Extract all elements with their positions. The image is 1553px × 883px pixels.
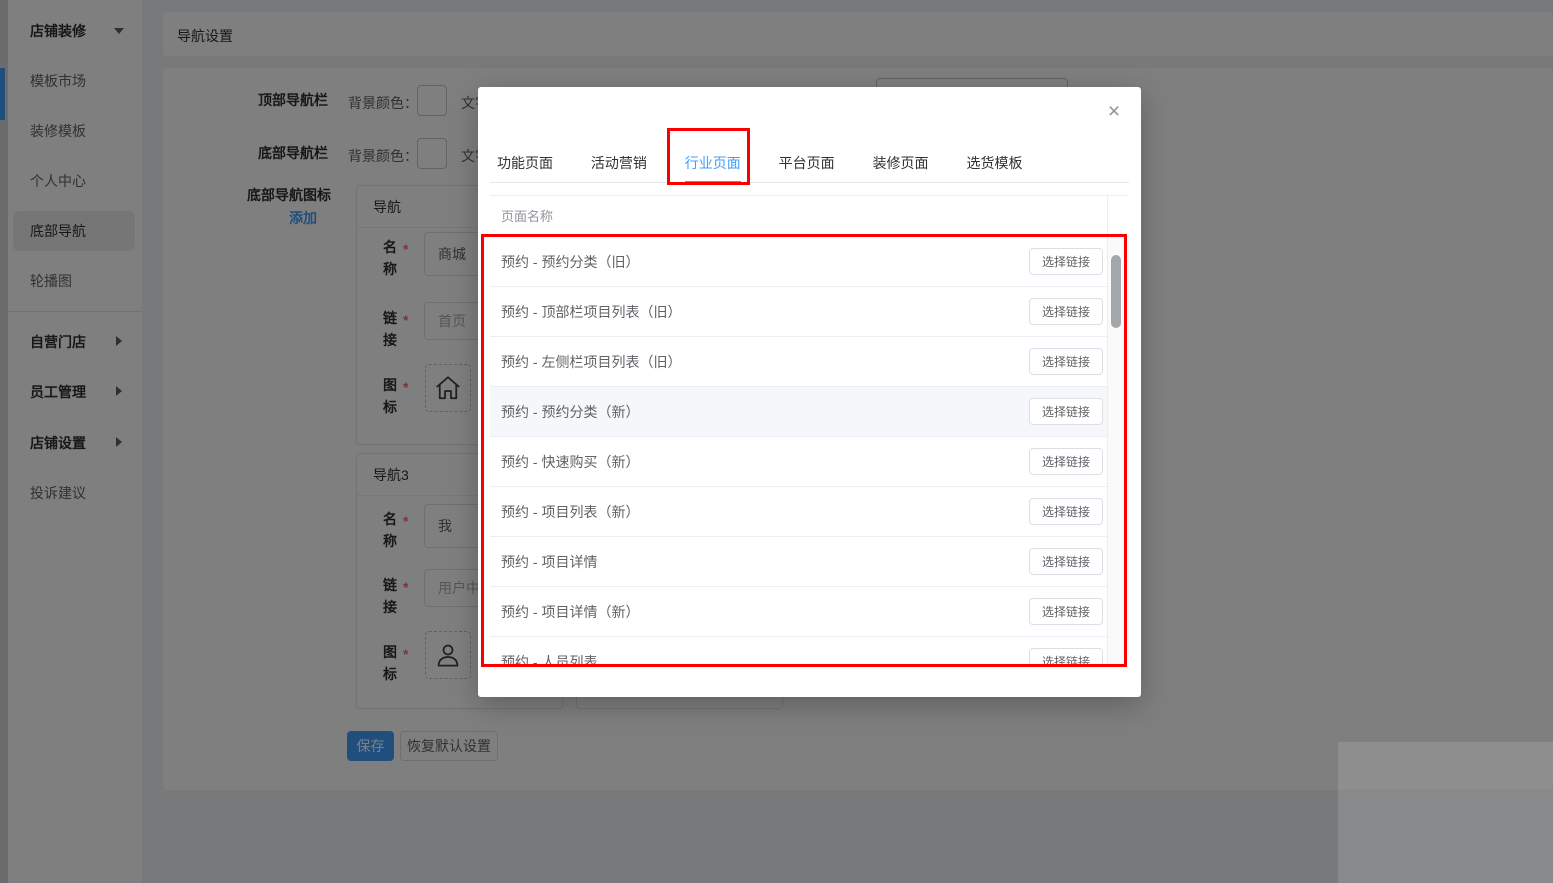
select-link-button[interactable]: 选择链接 bbox=[1028, 398, 1103, 425]
table-row[interactable]: 预约 - 人员列表 选择链接 bbox=[490, 637, 1107, 667]
select-link-button[interactable]: 选择链接 bbox=[1028, 498, 1103, 525]
page-name: 预约 - 项目详情（新） bbox=[501, 603, 640, 620]
page-name: 预约 - 人员列表 bbox=[501, 653, 598, 668]
page-name: 预约 - 预约分类（新） bbox=[501, 403, 640, 420]
select-link-button[interactable]: 选择链接 bbox=[1028, 548, 1103, 575]
select-link-button[interactable]: 选择链接 bbox=[1028, 598, 1103, 625]
page-name: 预约 - 项目详情 bbox=[501, 553, 598, 570]
app-root: 店铺装修 模板市场 装修模板 个人中心 底部导航 轮播图 自营门店 员工管理 店… bbox=[0, 0, 1553, 883]
select-link-button[interactable]: 选择链接 bbox=[1028, 448, 1103, 475]
table-row[interactable]: 预约 - 顶部栏项目列表（旧） 选择链接 bbox=[490, 287, 1107, 337]
table-row[interactable]: 预约 - 预约分类（旧） 选择链接 bbox=[490, 237, 1107, 287]
select-link-dialog: × 功能页面 活动营销 行业页面 平台页面 装修页面 选货模板 页面名称 预约 … bbox=[478, 87, 1141, 697]
tab-goods-template[interactable]: 选货模板 bbox=[966, 143, 1022, 183]
select-link-button[interactable]: 选择链接 bbox=[1028, 348, 1103, 375]
close-icon[interactable]: × bbox=[1103, 101, 1125, 123]
tab-industry-pages[interactable]: 行业页面 bbox=[684, 143, 741, 183]
column-header-page-name: 页面名称 bbox=[501, 209, 554, 224]
table-row[interactable]: 预约 - 左侧栏项目列表（旧） 选择链接 bbox=[490, 337, 1107, 387]
table-row[interactable]: 预约 - 项目详情 选择链接 bbox=[490, 537, 1107, 587]
table-row[interactable]: 预约 - 项目列表（新） 选择链接 bbox=[490, 487, 1107, 537]
table-row[interactable]: 预约 - 快速购买（新） 选择链接 bbox=[490, 437, 1107, 487]
table-row[interactable]: 预约 - 预约分类（新） 选择链接 bbox=[490, 387, 1107, 437]
page-name: 预约 - 预约分类（旧） bbox=[501, 253, 640, 270]
tab-activity-marketing[interactable]: 活动营销 bbox=[591, 143, 647, 183]
tab-function-pages[interactable]: 功能页面 bbox=[497, 143, 553, 183]
bottom-right-highlight bbox=[1338, 742, 1553, 883]
dialog-tabs: 功能页面 活动营销 行业页面 平台页面 装修页面 选货模板 bbox=[490, 143, 1129, 183]
table-row[interactable]: 预约 - 项目详情（新） 选择链接 bbox=[490, 587, 1107, 637]
page-name: 预约 - 左侧栏项目列表（旧） bbox=[501, 353, 682, 370]
page-name: 预约 - 项目列表（新） bbox=[501, 503, 640, 520]
select-link-button[interactable]: 选择链接 bbox=[1028, 648, 1103, 667]
tab-platform-pages[interactable]: 平台页面 bbox=[779, 143, 835, 183]
select-link-button[interactable]: 选择链接 bbox=[1028, 298, 1103, 325]
select-link-button[interactable]: 选择链接 bbox=[1028, 248, 1103, 275]
page-name: 预约 - 快速购买（新） bbox=[501, 453, 640, 470]
scrollbar-thumb[interactable] bbox=[1111, 255, 1121, 328]
page-list: 预约 - 预约分类（旧） 选择链接 预约 - 顶部栏项目列表（旧） 选择链接 预… bbox=[490, 237, 1107, 667]
table-header-row: 页面名称 bbox=[490, 195, 1129, 237]
tab-decoration-pages[interactable]: 装修页面 bbox=[873, 143, 929, 183]
page-name: 预约 - 顶部栏项目列表（旧） bbox=[501, 303, 682, 320]
